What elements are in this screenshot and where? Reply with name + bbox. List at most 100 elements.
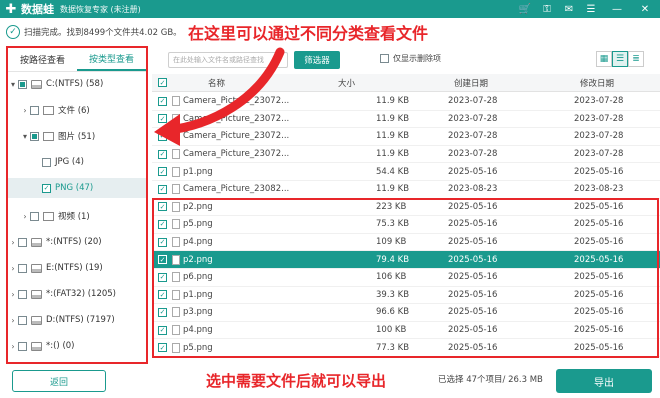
- column-modified[interactable]: 修改日期: [580, 74, 614, 91]
- filter-button[interactable]: 筛选器: [294, 51, 340, 69]
- row-checkbox[interactable]: ✓: [158, 199, 167, 216]
- tree-checkbox[interactable]: [42, 157, 51, 167]
- table-row[interactable]: ✓ p1.png 54.4 KB 2025-05-16 2025-05-16: [152, 163, 660, 181]
- file-created: 2023-07-28: [448, 113, 498, 124]
- document-icon: [43, 105, 54, 115]
- file-created: 2023-07-28: [448, 131, 498, 142]
- table-row[interactable]: ✓ p1.png 39.3 KB 2025-05-16 2025-05-16: [152, 287, 660, 305]
- file-icon: [172, 216, 183, 233]
- file-name: p5.png: [183, 342, 213, 353]
- image-icon: [43, 131, 54, 141]
- row-checkbox[interactable]: ✓: [158, 216, 167, 233]
- file-icon: [172, 199, 183, 216]
- deleted-only-checkbox[interactable]: [380, 54, 389, 63]
- file-modified: 2023-07-28: [574, 96, 624, 107]
- scan-status-text: 扫描完成。找到8499个文件共4.02 GB。: [24, 28, 182, 38]
- tree-checkbox[interactable]: ✓: [42, 183, 51, 193]
- table-row[interactable]: ✓ p4.png 109 KB 2025-05-16 2025-05-16: [152, 234, 660, 252]
- tree-item-png[interactable]: ✓ PNG (47): [8, 178, 146, 198]
- row-checkbox[interactable]: ✓: [158, 269, 167, 286]
- row-checkbox[interactable]: ✓: [158, 287, 167, 304]
- tree-checkbox[interactable]: [18, 341, 27, 351]
- close-icon[interactable]: ✕: [634, 0, 656, 18]
- row-checkbox[interactable]: ✓: [158, 181, 167, 198]
- tree-checkbox[interactable]: [30, 131, 39, 141]
- chevron-down-icon[interactable]: ▾: [20, 132, 30, 141]
- file-icon: [172, 322, 183, 339]
- export-button[interactable]: 导出: [556, 369, 652, 393]
- deleted-only-label: 仅显示删除项: [393, 54, 441, 63]
- chevron-right-icon[interactable]: ›: [8, 316, 18, 325]
- chevron-right-icon[interactable]: ›: [8, 238, 18, 247]
- file-size: 96.6 KB: [376, 307, 410, 318]
- tree-item-c-drive[interactable]: ▾ C:(NTFS) (58): [8, 74, 146, 94]
- tree-item-jpg[interactable]: JPG (4): [8, 152, 146, 172]
- tree-item-images[interactable]: ▾ 图片 (51): [8, 126, 146, 146]
- chevron-right-icon[interactable]: ›: [8, 342, 18, 351]
- table-row[interactable]: ✓ p5.png 77.3 KB 2025-05-16 2025-05-16: [152, 339, 660, 357]
- tree-item-label: C:(NTFS) (58): [46, 79, 104, 89]
- tree-item-e-drive[interactable]: › E:(NTFS) (19): [8, 258, 146, 278]
- table-row[interactable]: ✓ Camera_Picture_23082... 11.9 KB 2023-08-2…: [152, 181, 660, 199]
- tree-item-label: JPG (4): [55, 157, 84, 167]
- file-size: 11.9 KB: [376, 131, 410, 142]
- drive-icon: [31, 237, 42, 247]
- deleted-only-toggle[interactable]: 仅显示删除项: [380, 53, 441, 64]
- tree-checkbox[interactable]: [18, 263, 27, 273]
- tab-by-path[interactable]: 按路径查看: [8, 48, 77, 71]
- menu-icon[interactable]: ☰: [580, 0, 602, 18]
- chevron-right-icon[interactable]: ›: [8, 290, 18, 299]
- row-checkbox[interactable]: ✓: [158, 251, 167, 268]
- file-icon: [172, 251, 183, 268]
- row-checkbox[interactable]: ✓: [158, 304, 167, 321]
- tree-checkbox[interactable]: [30, 211, 39, 221]
- chat-icon[interactable]: ✉: [558, 0, 580, 18]
- tree-item-drive-empty[interactable]: › *:() (0): [8, 336, 146, 356]
- table-row[interactable]: ✓ p6.png 106 KB 2025-05-16 2025-05-16: [152, 269, 660, 287]
- tree-checkbox[interactable]: [18, 315, 27, 325]
- tree-item-label: D:(NTFS) (7197): [46, 315, 115, 325]
- tree-item-videos[interactable]: › 视频 (1): [8, 206, 146, 226]
- row-checkbox[interactable]: ✓: [158, 322, 167, 339]
- file-size: 11.9 KB: [376, 96, 410, 107]
- table-row[interactable]: ✓ p4.png 100 KB 2025-05-16 2025-05-16: [152, 322, 660, 340]
- tree-item-d-drive[interactable]: › D:(NTFS) (7197): [8, 310, 146, 330]
- tree-item-documents[interactable]: › 文件 (6): [8, 100, 146, 120]
- row-checkbox[interactable]: ✓: [158, 163, 167, 180]
- minimize-icon[interactable]: —: [606, 0, 628, 18]
- detail-view-icon[interactable]: ≣: [628, 51, 644, 67]
- column-created[interactable]: 创建日期: [454, 74, 488, 91]
- grid-view-icon[interactable]: ▦: [596, 51, 612, 67]
- file-created: 2025-05-16: [448, 166, 498, 177]
- chevron-down-icon[interactable]: ▾: [8, 80, 18, 89]
- table-row[interactable]: ✓ p2.png 79.4 KB 2025-05-16 2025-05-16: [152, 251, 660, 269]
- back-button[interactable]: 返回: [12, 370, 106, 392]
- tree-checkbox[interactable]: [18, 289, 27, 299]
- file-icon: [172, 287, 183, 304]
- column-size[interactable]: 大小: [338, 74, 355, 91]
- file-icon: [172, 181, 183, 198]
- tree-item-drive-2[interactable]: › *:(NTFS) (20): [8, 232, 146, 252]
- chevron-right-icon[interactable]: ›: [20, 212, 30, 221]
- tree-item-label: PNG (47): [55, 183, 94, 193]
- chevron-right-icon[interactable]: ›: [8, 264, 18, 273]
- list-view-icon[interactable]: ☰: [612, 51, 628, 67]
- table-row[interactable]: ✓ p5.png 75.3 KB 2025-05-16 2025-05-16: [152, 216, 660, 234]
- chevron-right-icon[interactable]: ›: [20, 106, 30, 115]
- tab-by-type[interactable]: 按类型查看: [77, 48, 146, 71]
- app-logo-icon: ✚: [5, 1, 17, 17]
- cart-icon[interactable]: 🛒: [514, 0, 536, 18]
- table-row[interactable]: ✓ p3.png 96.6 KB 2025-05-16 2025-05-16: [152, 304, 660, 322]
- table-row[interactable]: ✓ p2.png 223 KB 2025-05-16 2025-05-16: [152, 199, 660, 217]
- key-icon[interactable]: ⚿: [536, 0, 558, 18]
- tree-checkbox[interactable]: [30, 105, 39, 115]
- annotation-arrow-icon: [154, 47, 285, 146]
- tree-checkbox[interactable]: [18, 237, 27, 247]
- tree-item-drive-fat32[interactable]: › *:(FAT32) (1205): [8, 284, 146, 304]
- tree-checkbox[interactable]: [18, 79, 27, 89]
- file-created: 2025-05-16: [448, 219, 498, 230]
- file-modified: 2023-07-28: [574, 131, 624, 142]
- row-checkbox[interactable]: ✓: [158, 234, 167, 251]
- file-created: 2023-07-28: [448, 149, 498, 160]
- row-checkbox[interactable]: ✓: [158, 339, 167, 356]
